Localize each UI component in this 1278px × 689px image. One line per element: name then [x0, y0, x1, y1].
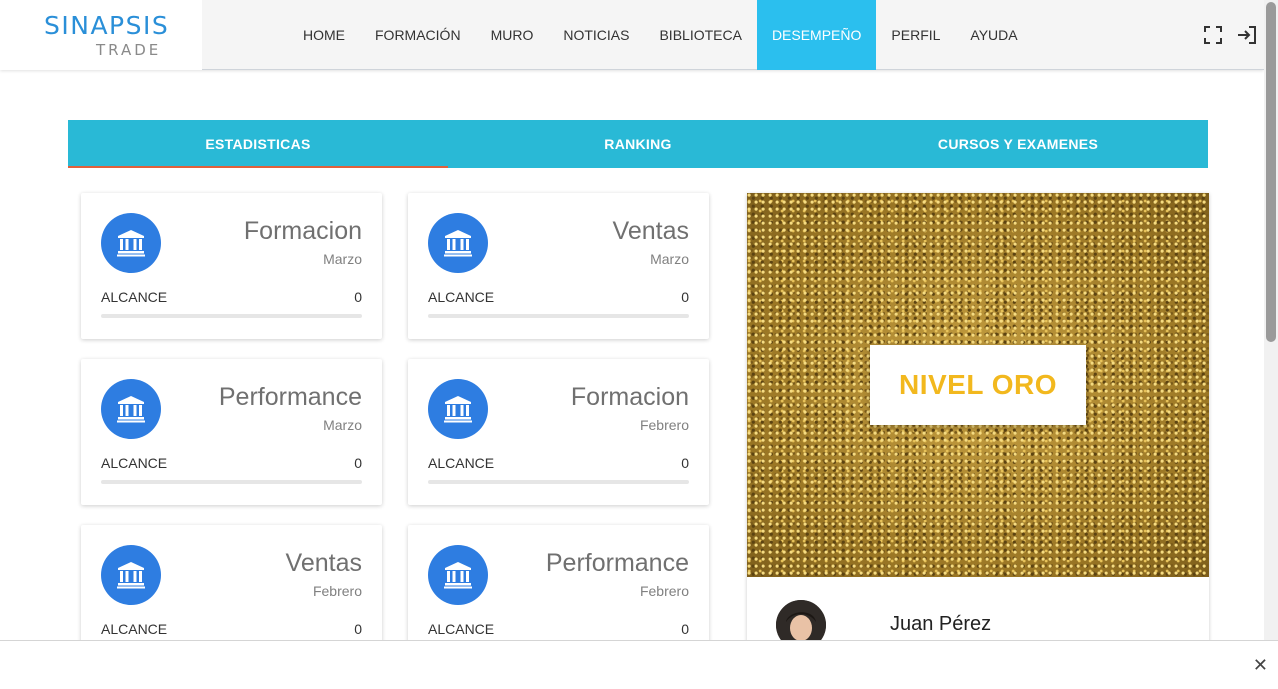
bottom-notification-bar: ✕ [0, 640, 1278, 689]
stat-card-month: Febrero [312, 583, 362, 599]
stat-card-month: Febrero [639, 583, 689, 599]
brand-logo[interactable]: SINAPSIS TRADE [0, 0, 202, 70]
performance-tabs: ESTADISTICAS RANKING CURSOS Y EXAMENES [68, 120, 1208, 168]
gold-glitter-background: NIVEL ORO [747, 193, 1209, 577]
stat-card-reach-value: 0 [354, 289, 362, 305]
bank-icon [428, 545, 488, 605]
nav-item-noticias[interactable]: NOTICIAS [548, 0, 644, 70]
top-header: SINAPSIS TRADE HOME FORMACIÓN MURO NOTIC… [0, 0, 1264, 70]
stat-card: Ventas Marzo ALCANCE 0 [408, 193, 709, 339]
nav-item-home[interactable]: HOME [288, 0, 360, 70]
stat-card-title: Ventas [612, 217, 689, 245]
stat-card-month: Marzo [650, 251, 689, 267]
stat-card-month: Febrero [639, 417, 689, 433]
stat-card-reach-label: ALCANCE [101, 455, 168, 471]
stat-card-reach-label: ALCANCE [428, 289, 495, 305]
stat-card-progress-bar [428, 314, 689, 318]
brand-logo-line2: TRADE [96, 41, 162, 59]
close-icon[interactable]: ✕ [1253, 655, 1268, 676]
stat-card-reach-value: 0 [354, 621, 362, 637]
nav-item-muro[interactable]: MURO [476, 0, 549, 70]
stat-card: Formacion Febrero ALCANCE 0 [408, 359, 709, 505]
stat-card-title: Formacion [570, 383, 689, 411]
stat-card-reach-label: ALCANCE [101, 289, 168, 305]
stat-card-title: Performance [218, 383, 362, 411]
stat-card-progress-bar [428, 480, 689, 484]
stat-card-reach-value: 0 [681, 621, 689, 637]
user-name: Juan Pérez [890, 613, 992, 635]
stat-card-reach-label: ALCANCE [101, 621, 168, 637]
nav-item-biblioteca[interactable]: BIBLIOTECA [644, 0, 756, 70]
stat-card-reach-value: 0 [354, 455, 362, 471]
tab-estadisticas[interactable]: ESTADISTICAS [68, 120, 448, 168]
stat-card-reach-value: 0 [681, 455, 689, 471]
level-badge: NIVEL ORO [870, 345, 1086, 425]
stat-card-title: Performance [545, 549, 689, 577]
stat-card-reach-label: ALCANCE [428, 621, 495, 637]
stat-card-reach-value: 0 [681, 289, 689, 305]
bank-icon [428, 379, 488, 439]
logout-icon[interactable] [1236, 24, 1258, 46]
bank-icon [101, 213, 161, 273]
stat-card-progress-bar [101, 480, 362, 484]
fullscreen-icon[interactable] [1202, 24, 1224, 46]
page-scrollbar[interactable] [1264, 0, 1278, 689]
tab-ranking[interactable]: RANKING [448, 120, 828, 168]
brand-logo-line1: SINAPSIS [44, 11, 170, 40]
tab-cursos-examenes[interactable]: CURSOS Y EXAMENES [828, 120, 1208, 168]
bank-icon [101, 545, 161, 605]
bank-icon [428, 213, 488, 273]
stat-card: Formacion Marzo ALCANCE 0 [81, 193, 382, 339]
nav-item-ayuda[interactable]: AYUDA [955, 0, 1032, 70]
stat-card-title: Formacion [243, 217, 362, 245]
stat-card-month: Marzo [323, 417, 362, 433]
stat-card-title: Ventas [285, 549, 362, 577]
scrollbar-thumb[interactable] [1266, 2, 1276, 342]
stat-card-reach-label: ALCANCE [428, 455, 495, 471]
level-panel: NIVEL ORO Juan Pérez [747, 193, 1209, 663]
nav-item-perfil[interactable]: PERFIL [876, 0, 955, 70]
bank-icon [101, 379, 161, 439]
stat-card: Performance Marzo ALCANCE 0 [81, 359, 382, 505]
stat-card-progress-bar [101, 314, 362, 318]
nav-item-formacion[interactable]: FORMACIÓN [360, 0, 476, 70]
main-nav: HOME FORMACIÓN MURO NOTICIAS BIBLIOTECA … [288, 0, 1033, 70]
nav-item-desempeno[interactable]: DESEMPEÑO [756, 0, 877, 70]
stat-card-month: Marzo [323, 251, 362, 267]
